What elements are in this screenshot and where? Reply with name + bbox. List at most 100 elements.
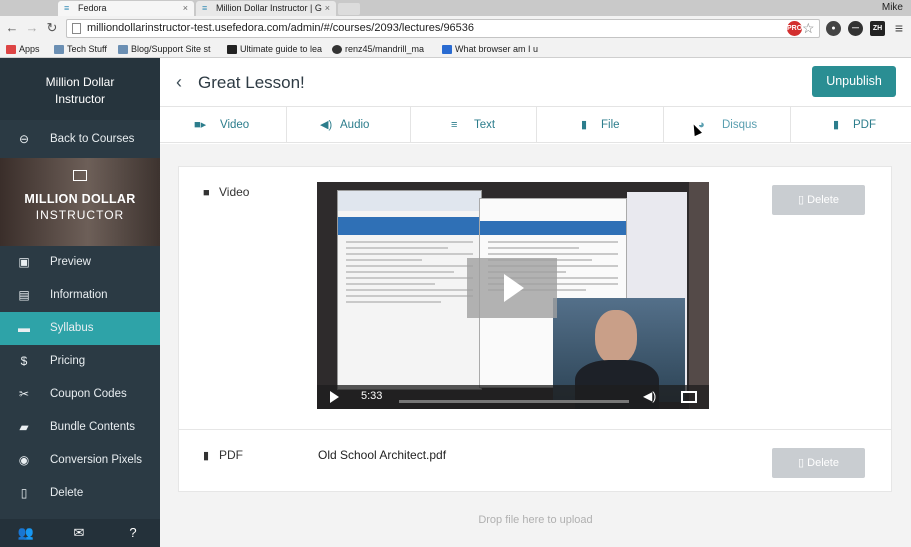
bookmarks-bar: Apps Tech Stuff Blog/Support Site st Ult… (0, 41, 911, 58)
tab-audio[interactable]: ◀) Audio (284, 107, 411, 143)
question-favicon-icon (442, 45, 452, 54)
sidebar-item-pricing[interactable]: $ Pricing (0, 345, 160, 378)
tab-file[interactable]: ▮ File (537, 107, 664, 143)
tab-disqus[interactable]: ◕ Disqus (664, 107, 791, 143)
sidebar-item-preview[interactable]: ▣ Preview (0, 246, 160, 279)
main-panel: ‹ Great Lesson! Unpublish ■▸ Video ◀) Au… (160, 58, 911, 547)
sidebar-item-coupon-codes[interactable]: ✂ Coupon Codes (0, 378, 160, 411)
folder-icon: ▰ (19, 420, 29, 434)
pro-extension-icon[interactable]: PRO (787, 21, 802, 36)
video-attachment-card: ■ Video 5:33 ◀) ▯ Delete (178, 166, 892, 430)
video-player[interactable]: 5:33 ◀) (317, 182, 709, 409)
course-logo: MILLION DOLLAR INSTRUCTOR (0, 158, 160, 246)
school-brand[interactable]: Million Dollar Instructor (0, 58, 160, 120)
text-lines-icon: ≡ (451, 119, 458, 131)
volume-icon[interactable]: ◀) (643, 389, 656, 403)
browser-tab-fedora[interactable]: ≡ Fedora × (58, 1, 194, 16)
sidebar-item-label: Preview (50, 256, 91, 268)
close-tab-icon[interactable]: × (183, 1, 188, 16)
video-controls: 5:33 ◀) (317, 385, 709, 409)
logo-line1: MILLION DOLLAR (24, 192, 136, 206)
pdf-icon: ▮ (833, 119, 840, 131)
delete-pdf-button[interactable]: ▯ Delete (772, 448, 865, 478)
page-favicon-icon (227, 45, 237, 54)
browser-tab-bar: ≡ Fedora × ≡ Million Dollar Instructor |… (0, 0, 911, 16)
unpublish-button[interactable]: Unpublish (812, 66, 896, 97)
dollar-icon: $ (20, 354, 28, 368)
sidebar: Million Dollar Instructor ⊖ Back to Cour… (0, 58, 160, 547)
browser-user[interactable]: Mike (882, 2, 903, 13)
file-icon: ▮ (581, 119, 588, 131)
lecture-header: ‹ Great Lesson! Unpublish (160, 58, 911, 106)
scissors-icon: ✂ (18, 387, 30, 401)
video-progress-bar[interactable] (399, 400, 629, 403)
tab-text[interactable]: ≡ Text (410, 107, 537, 143)
help-icon[interactable]: ? (124, 525, 142, 540)
hamburger-menu-icon[interactable]: ≡ (895, 20, 903, 36)
bookmark-tech-stuff[interactable]: Tech Stuff (54, 43, 107, 56)
sidebar-item-information[interactable]: ▤ Information (0, 279, 160, 312)
image-icon (73, 170, 87, 181)
close-tab-icon[interactable]: × (325, 1, 330, 16)
sidebar-item-syllabus[interactable]: ▬ Syllabus (0, 312, 160, 345)
users-icon[interactable]: 👥 (17, 525, 35, 541)
delete-label: Delete (807, 457, 839, 469)
github-icon (332, 45, 342, 54)
bookmark-ultimate-guide[interactable]: Ultimate guide to lea (227, 43, 322, 56)
pdf-card-label: ▮ PDF (203, 448, 243, 462)
file-drop-zone[interactable]: Drop file here to upload (160, 489, 911, 547)
bookmark-blog-support[interactable]: Blog/Support Site st (118, 43, 211, 56)
chevron-left-icon[interactable]: ‹ (176, 72, 182, 93)
forward-arrow-icon[interactable]: → (24, 20, 40, 36)
block-extension-icon[interactable]: — (848, 21, 863, 36)
sidebar-item-delete[interactable]: ▯ Delete (0, 477, 160, 510)
browser-toolbar: ← → ↻ milliondollarinstructor-test.usefe… (0, 16, 911, 41)
tab-pdf[interactable]: ▮ PDF (791, 107, 911, 143)
sidebar-item-label: Delete (50, 487, 84, 499)
tab-label: PDF (853, 119, 876, 131)
bookmark-apps[interactable]: Apps (6, 43, 40, 56)
pdf-icon: ▮ (203, 450, 210, 462)
card-label-text: Video (219, 185, 250, 199)
content-type-tabs: ■▸ Video ◀) Audio ≡ Text ▮ File ◕ Disqus… (160, 106, 911, 143)
bookmark-renz45[interactable]: renz45/mandrill_ma (332, 43, 424, 56)
tab-title: Million Dollar Instructor | G (216, 3, 322, 13)
tab-video[interactable]: ■▸ Video (160, 107, 287, 143)
lecture-title[interactable]: Great Lesson! (198, 73, 305, 93)
tab-label: Audio (340, 119, 370, 131)
sidebar-item-conversion-pixels[interactable]: ◉ Conversion Pixels (0, 444, 160, 477)
trash-icon: ▯ (20, 486, 28, 500)
bookmark-star-icon[interactable]: ☆ (802, 20, 815, 37)
video-frame-window (337, 190, 482, 390)
video-duration: 5:33 (361, 390, 383, 402)
reload-icon[interactable]: ↻ (44, 20, 60, 36)
back-label: Back to Courses (50, 133, 135, 145)
bookmark-what-browser[interactable]: What browser am I u (442, 43, 538, 56)
zh-extension-icon[interactable]: ZH (870, 21, 885, 36)
fullscreen-icon[interactable] (681, 391, 697, 403)
fedora-favicon-icon: ≡ (64, 3, 70, 13)
play-icon[interactable] (330, 391, 339, 403)
sidebar-footer: 👥 ✉ ? (0, 519, 160, 547)
browser-tab-mdi[interactable]: ≡ Million Dollar Instructor | G × (196, 1, 336, 16)
back-arrow-icon[interactable]: ← (4, 20, 20, 36)
lecture-content: ■ Video 5:33 ◀) ▯ Delete ▮ PDF Old Schoo… (160, 144, 911, 547)
folder-icon (54, 45, 64, 54)
tab-label: Disqus (722, 119, 758, 131)
envelope-icon[interactable]: ✉ (70, 525, 88, 541)
page-icon (72, 23, 81, 34)
extension-icon[interactable]: ● (826, 21, 841, 36)
sidebar-item-label: Syllabus (50, 322, 94, 334)
sidebar-item-bundle-contents[interactable]: ▰ Bundle Contents (0, 411, 160, 444)
video-camera-icon: ■▸ (194, 119, 207, 131)
brand-name: Million Dollar Instructor (45, 75, 115, 106)
address-bar[interactable]: milliondollarinstructor-test.usefedora.c… (66, 19, 820, 38)
delete-label: Delete (807, 194, 839, 206)
pdf-filename[interactable]: Old School Architect.pdf (318, 448, 446, 462)
image-icon: ▣ (18, 255, 30, 269)
back-to-courses-link[interactable]: ⊖ Back to Courses (0, 120, 160, 158)
delete-video-button[interactable]: ▯ Delete (772, 185, 865, 215)
tab-label: Text (474, 119, 496, 131)
card-label-text: PDF (219, 448, 243, 462)
new-tab-button[interactable] (338, 3, 360, 15)
